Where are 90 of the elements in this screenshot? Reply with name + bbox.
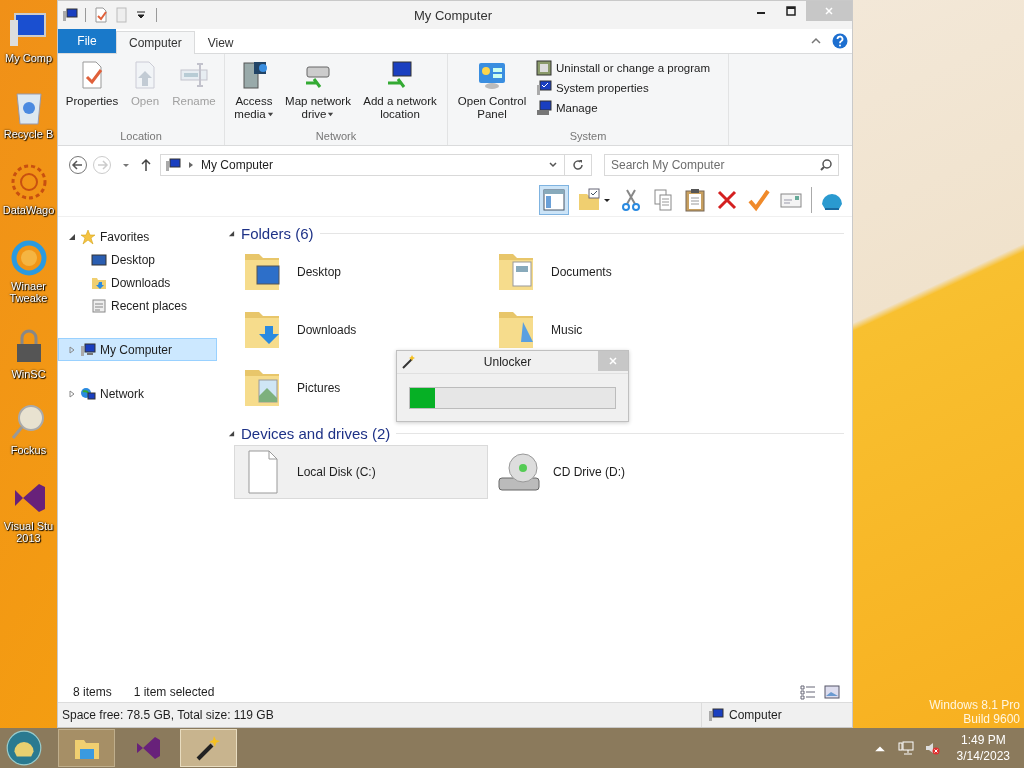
recent-locations-caret-icon[interactable] <box>122 161 130 169</box>
nav-item[interactable]: Favorites <box>58 225 217 248</box>
recent-places-icon <box>91 297 107 314</box>
system-properties-icon <box>536 80 552 96</box>
manage-computer-icon <box>536 100 552 116</box>
address-bar[interactable]: My Computer <box>160 154 592 176</box>
desktop-icon-label: Fockus <box>9 444 48 456</box>
desktop-icon-label: WinSC <box>10 368 47 380</box>
computer-icon <box>708 707 724 723</box>
breadcrumb-chevron-icon[interactable] <box>187 161 195 169</box>
clock-date[interactable]: 3/14/2023 <box>956 748 1010 764</box>
caret-icon <box>266 111 274 118</box>
close-icon <box>824 6 834 16</box>
checkmark-icon[interactable] <box>747 188 771 212</box>
speaker-muted-icon[interactable] <box>923 740 940 756</box>
caret-icon <box>327 111 335 118</box>
up-arrow-icon[interactable] <box>140 158 152 172</box>
computer-icon <box>165 157 181 173</box>
collapse-arrow-icon[interactable] <box>228 229 235 237</box>
help-icon[interactable] <box>832 33 848 49</box>
caret-icon[interactable] <box>603 196 611 204</box>
location-label: Computer <box>729 708 782 722</box>
preview-pane-button[interactable] <box>539 185 569 215</box>
disk-space-text: Space free: 78.5 GB, Total size: 119 GB <box>62 708 274 722</box>
drive-item[interactable]: Local Disk (C:) <box>234 445 488 499</box>
ribbon-button[interactable]: Manage <box>534 99 724 117</box>
nav-item[interactable]: Network <box>58 382 217 405</box>
document-check-icon[interactable] <box>93 7 109 23</box>
monitor-icon <box>91 251 107 268</box>
section-header[interactable]: Devices and drives (2) <box>241 424 391 442</box>
search-field[interactable]: Search My Computer <box>604 154 839 176</box>
section-header[interactable]: Folders (6) <box>241 224 314 242</box>
desktop-icon-label: My Comp <box>3 52 54 64</box>
nav-item[interactable]: My Computer <box>58 338 217 361</box>
window-title: My Computer <box>413 7 493 23</box>
dialog-title: Unlocker <box>482 355 533 369</box>
ribbon-button[interactable]: Properties <box>62 57 122 130</box>
globe-computer-icon <box>80 385 96 402</box>
nav-item[interactable]: Recent places <box>58 294 217 317</box>
maximize-icon <box>786 6 796 16</box>
desktop-icon-label: DataWago <box>1 204 56 216</box>
program-list-icon <box>536 60 552 76</box>
ribbon-button[interactable]: Open Control Panel <box>452 57 532 130</box>
magic-wand-icon <box>401 354 417 370</box>
folder-item[interactable]: Music <box>488 303 742 357</box>
search-icon <box>819 158 833 172</box>
collapse-arrow-icon[interactable] <box>68 232 76 241</box>
nav-item[interactable]: Desktop <box>58 248 217 271</box>
pane-layout-icon <box>542 188 566 212</box>
ribbon-button[interactable]: Add a network location <box>357 57 443 130</box>
selection-count: 1 item selected <box>133 685 215 699</box>
ribbon-group-label: System <box>568 130 608 144</box>
desktop-icon-label: Visual Stu 2013 <box>2 520 55 544</box>
address-dropdown-icon[interactable] <box>548 160 558 170</box>
taskbar-app-button[interactable] <box>180 729 237 767</box>
refresh-icon[interactable] <box>571 158 585 172</box>
computer-icon[interactable] <box>62 7 78 23</box>
computer-icon <box>80 341 96 358</box>
details-view-icon[interactable] <box>800 684 816 700</box>
ribbon-tab[interactable]: Computer <box>116 31 195 54</box>
desktop-icon-label: Winaer Tweake <box>8 280 49 304</box>
close-icon <box>608 356 618 366</box>
ribbon-tab[interactable]: View <box>194 31 247 53</box>
back-button[interactable] <box>68 155 88 175</box>
os-watermark: Windows 8.1 Pro <box>929 698 1020 712</box>
star-icon <box>80 228 96 245</box>
large-icons-view-icon[interactable] <box>824 684 840 700</box>
file-menu-tab[interactable]: File <box>58 29 116 53</box>
ribbon-group-label: Network <box>314 130 358 144</box>
drive-item[interactable]: CD Drive (D:) <box>490 445 744 499</box>
ribbon-button[interactable]: Access media <box>229 57 279 130</box>
expand-arrow-icon[interactable] <box>68 389 76 398</box>
nav-item[interactable]: Downloads <box>58 271 217 294</box>
ribbon-button[interactable]: Uninstall or change a program <box>534 59 724 77</box>
network-icon[interactable] <box>897 740 914 756</box>
os-watermark: Build 9600 <box>963 712 1020 726</box>
desktop-icon-label: Recycle B <box>2 128 55 140</box>
folder-item[interactable]: Desktop <box>234 245 488 299</box>
ribbon-button[interactable]: System properties <box>534 79 724 97</box>
delete-icon[interactable] <box>715 188 739 212</box>
expand-arrow-icon[interactable] <box>68 345 76 354</box>
scissors-icon[interactable] <box>619 188 643 212</box>
clipboard-icon[interactable] <box>683 188 707 212</box>
clock-time[interactable]: 1:49 PM <box>960 732 1006 748</box>
folder-item[interactable]: Documents <box>488 245 742 299</box>
collapse-arrow-icon[interactable] <box>228 429 235 437</box>
ribbon-group-label: Location <box>119 130 163 144</box>
folder-item[interactable]: Downloads <box>234 303 488 357</box>
ribbon-button[interactable]: Map network drive <box>281 57 355 130</box>
item-count: 8 items <box>73 685 112 699</box>
